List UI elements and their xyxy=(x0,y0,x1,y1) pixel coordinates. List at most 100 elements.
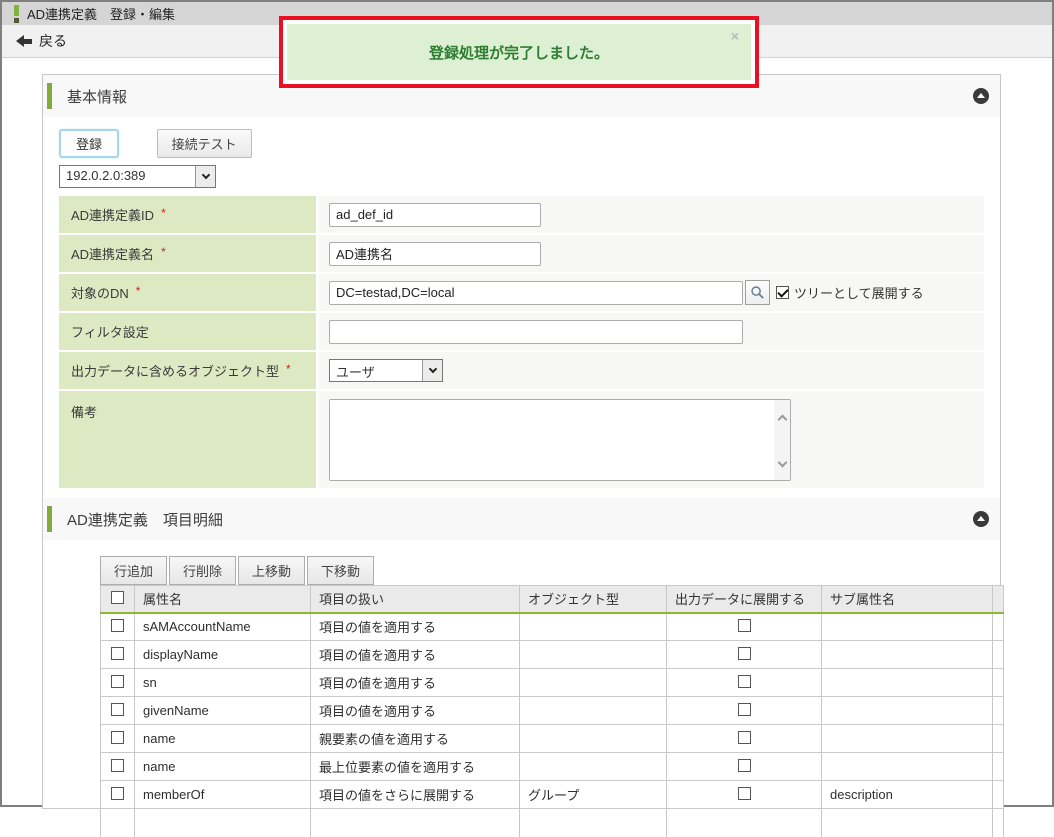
app-exclamation-icon xyxy=(14,4,19,23)
detail-section-header: AD連携定義 項目明細 xyxy=(43,498,1000,540)
row-select-checkbox[interactable] xyxy=(111,618,124,632)
page-title: AD連携定義 登録・編集 xyxy=(27,7,176,22)
expand-checkbox[interactable] xyxy=(737,786,751,800)
required-mark: * xyxy=(286,362,291,376)
form-row-note: 備考 xyxy=(59,391,984,488)
sub-attr-cell xyxy=(821,612,993,641)
col-header-attr: 属性名 xyxy=(134,585,311,614)
select-all-checkbox[interactable] xyxy=(111,590,124,604)
back-button[interactable]: 戻る xyxy=(39,31,67,51)
attr-name-cell: displayName xyxy=(134,640,311,669)
note-field-cell xyxy=(319,391,984,488)
sub-attr-cell xyxy=(821,668,993,697)
def-id-field-cell xyxy=(319,196,984,233)
row-select-checkbox[interactable] xyxy=(111,674,124,688)
textarea-scrollbar[interactable] xyxy=(774,400,790,480)
table-row: memberOf 項目の値をさらに展開する グループ description xyxy=(100,780,1004,809)
table-row: givenName 項目の値を適用する xyxy=(100,696,1004,725)
form-row-def-id: AD連携定義ID * xyxy=(59,196,984,233)
object-type-label-text: 出力データに含めるオブジェクト型 xyxy=(71,364,280,379)
collapse-icon[interactable] xyxy=(973,511,989,527)
main-panel: 基本情報 登録 接続テスト 192.0.2.0:389 AD連携定義ID * a… xyxy=(42,74,1004,837)
row-select-checkbox[interactable] xyxy=(111,758,124,772)
row-select-checkbox[interactable] xyxy=(111,730,124,744)
close-icon[interactable]: × xyxy=(731,28,739,44)
col-header-sub-attr: サブ属性名 xyxy=(821,585,993,614)
toast-message: 登録処理が完了しました。 xyxy=(428,44,609,62)
target-dn-input[interactable] xyxy=(329,280,743,305)
table-row-partial xyxy=(100,808,1004,837)
search-icon xyxy=(751,286,764,299)
collapse-icon[interactable] xyxy=(973,88,989,104)
form-row-target-dn: 対象のDN * ツリーとして展開する xyxy=(59,274,984,311)
def-name-input[interactable] xyxy=(329,241,541,266)
chevron-down-icon xyxy=(195,166,215,187)
object-type-field-cell: ユーザ xyxy=(319,352,984,389)
expand-checkbox[interactable] xyxy=(737,758,751,772)
def-id-label: AD連携定義ID * xyxy=(59,196,316,233)
success-toast: 登録処理が完了しました。 × xyxy=(287,24,751,80)
scroll-up-icon[interactable] xyxy=(777,414,787,425)
add-row-button[interactable]: 行追加 xyxy=(100,556,168,585)
table-header-row: 属性名 項目の扱い オブジェクト型 出力データに展開する サブ属性名 xyxy=(100,585,1004,614)
expand-checkbox[interactable] xyxy=(737,646,751,660)
note-textarea[interactable] xyxy=(330,400,774,480)
expand-checkbox[interactable] xyxy=(737,674,751,688)
note-textarea-frame xyxy=(329,399,791,481)
filter-label-text: フィルタ設定 xyxy=(71,325,149,340)
attr-name-cell: sn xyxy=(134,668,311,697)
basic-section-body: 登録 接続テスト 192.0.2.0:389 AD連携定義ID * AD連携定義… xyxy=(43,117,1000,488)
page: { "titlebar": { "title": "AD連携定義 登録・編集" … xyxy=(0,0,1054,837)
tree-expand-checkbox[interactable] xyxy=(776,286,789,299)
sub-attr-cell xyxy=(821,640,993,669)
expand-checkbox[interactable] xyxy=(737,730,751,744)
object-type-cell xyxy=(519,724,667,753)
section-accent-bar xyxy=(47,83,52,109)
def-name-field-cell xyxy=(319,235,984,272)
attr-name-cell: memberOf xyxy=(134,780,311,809)
expand-checkbox[interactable] xyxy=(737,702,751,716)
object-type-cell xyxy=(519,612,667,641)
handling-cell: 項目の値を適用する xyxy=(310,640,520,669)
filler-cell xyxy=(992,668,1004,697)
col-header-expand: 出力データに展開する xyxy=(666,585,822,614)
object-type-select-value: ユーザ xyxy=(336,365,375,380)
handling-cell: 親要素の値を適用する xyxy=(310,724,520,753)
required-mark: * xyxy=(135,284,141,298)
table-row: displayName 項目の値を適用する xyxy=(100,640,1004,669)
expand-checkbox[interactable] xyxy=(737,618,751,632)
filler-cell xyxy=(992,640,1004,669)
form-row-object-type: 出力データに含めるオブジェクト型 * ユーザ xyxy=(59,352,984,389)
filter-input[interactable] xyxy=(329,319,743,344)
row-select-checkbox[interactable] xyxy=(111,786,124,800)
delete-row-button[interactable]: 行削除 xyxy=(169,556,237,585)
col-header-object-type: オブジェクト型 xyxy=(519,585,667,614)
scroll-down-icon[interactable] xyxy=(777,457,787,468)
row-select-checkbox[interactable] xyxy=(111,702,124,716)
server-select[interactable]: 192.0.2.0:389 xyxy=(59,165,216,188)
sub-attr-cell: description xyxy=(821,780,993,809)
dn-search-button[interactable] xyxy=(745,280,770,305)
server-select-value: 192.0.2.0:389 xyxy=(66,168,146,183)
target-dn-field-cell: ツリーとして展開する xyxy=(319,274,984,311)
row-select-checkbox[interactable] xyxy=(111,646,124,660)
connection-test-button[interactable]: 接続テスト xyxy=(156,129,252,158)
register-button[interactable]: 登録 xyxy=(59,129,120,158)
basic-form: AD連携定義ID * AD連携定義名 * 対象のDN xyxy=(59,196,984,488)
def-id-input[interactable] xyxy=(329,202,541,227)
object-type-cell xyxy=(519,668,667,697)
filler-cell xyxy=(992,612,1004,641)
sub-attr-cell xyxy=(821,724,993,753)
red-highlight-box: 登録処理が完了しました。 × xyxy=(279,16,759,88)
basic-section-title: 基本情報 xyxy=(67,88,128,106)
col-header-filler xyxy=(992,585,1004,614)
form-row-def-name: AD連携定義名 * xyxy=(59,235,984,272)
move-up-button[interactable]: 上移動 xyxy=(238,556,306,585)
table-row: name 親要素の値を適用する xyxy=(100,724,1004,753)
move-down-button[interactable]: 下移動 xyxy=(307,556,375,585)
table-row: name 最上位要素の値を適用する xyxy=(100,752,1004,781)
attribute-table: 属性名 項目の扱い オブジェクト型 出力データに展開する サブ属性名 sAMAc… xyxy=(100,585,1004,837)
object-type-select[interactable]: ユーザ xyxy=(329,359,443,382)
handling-cell: 項目の値をさらに展開する xyxy=(310,780,520,809)
handling-cell: 項目の値を適用する xyxy=(310,696,520,725)
